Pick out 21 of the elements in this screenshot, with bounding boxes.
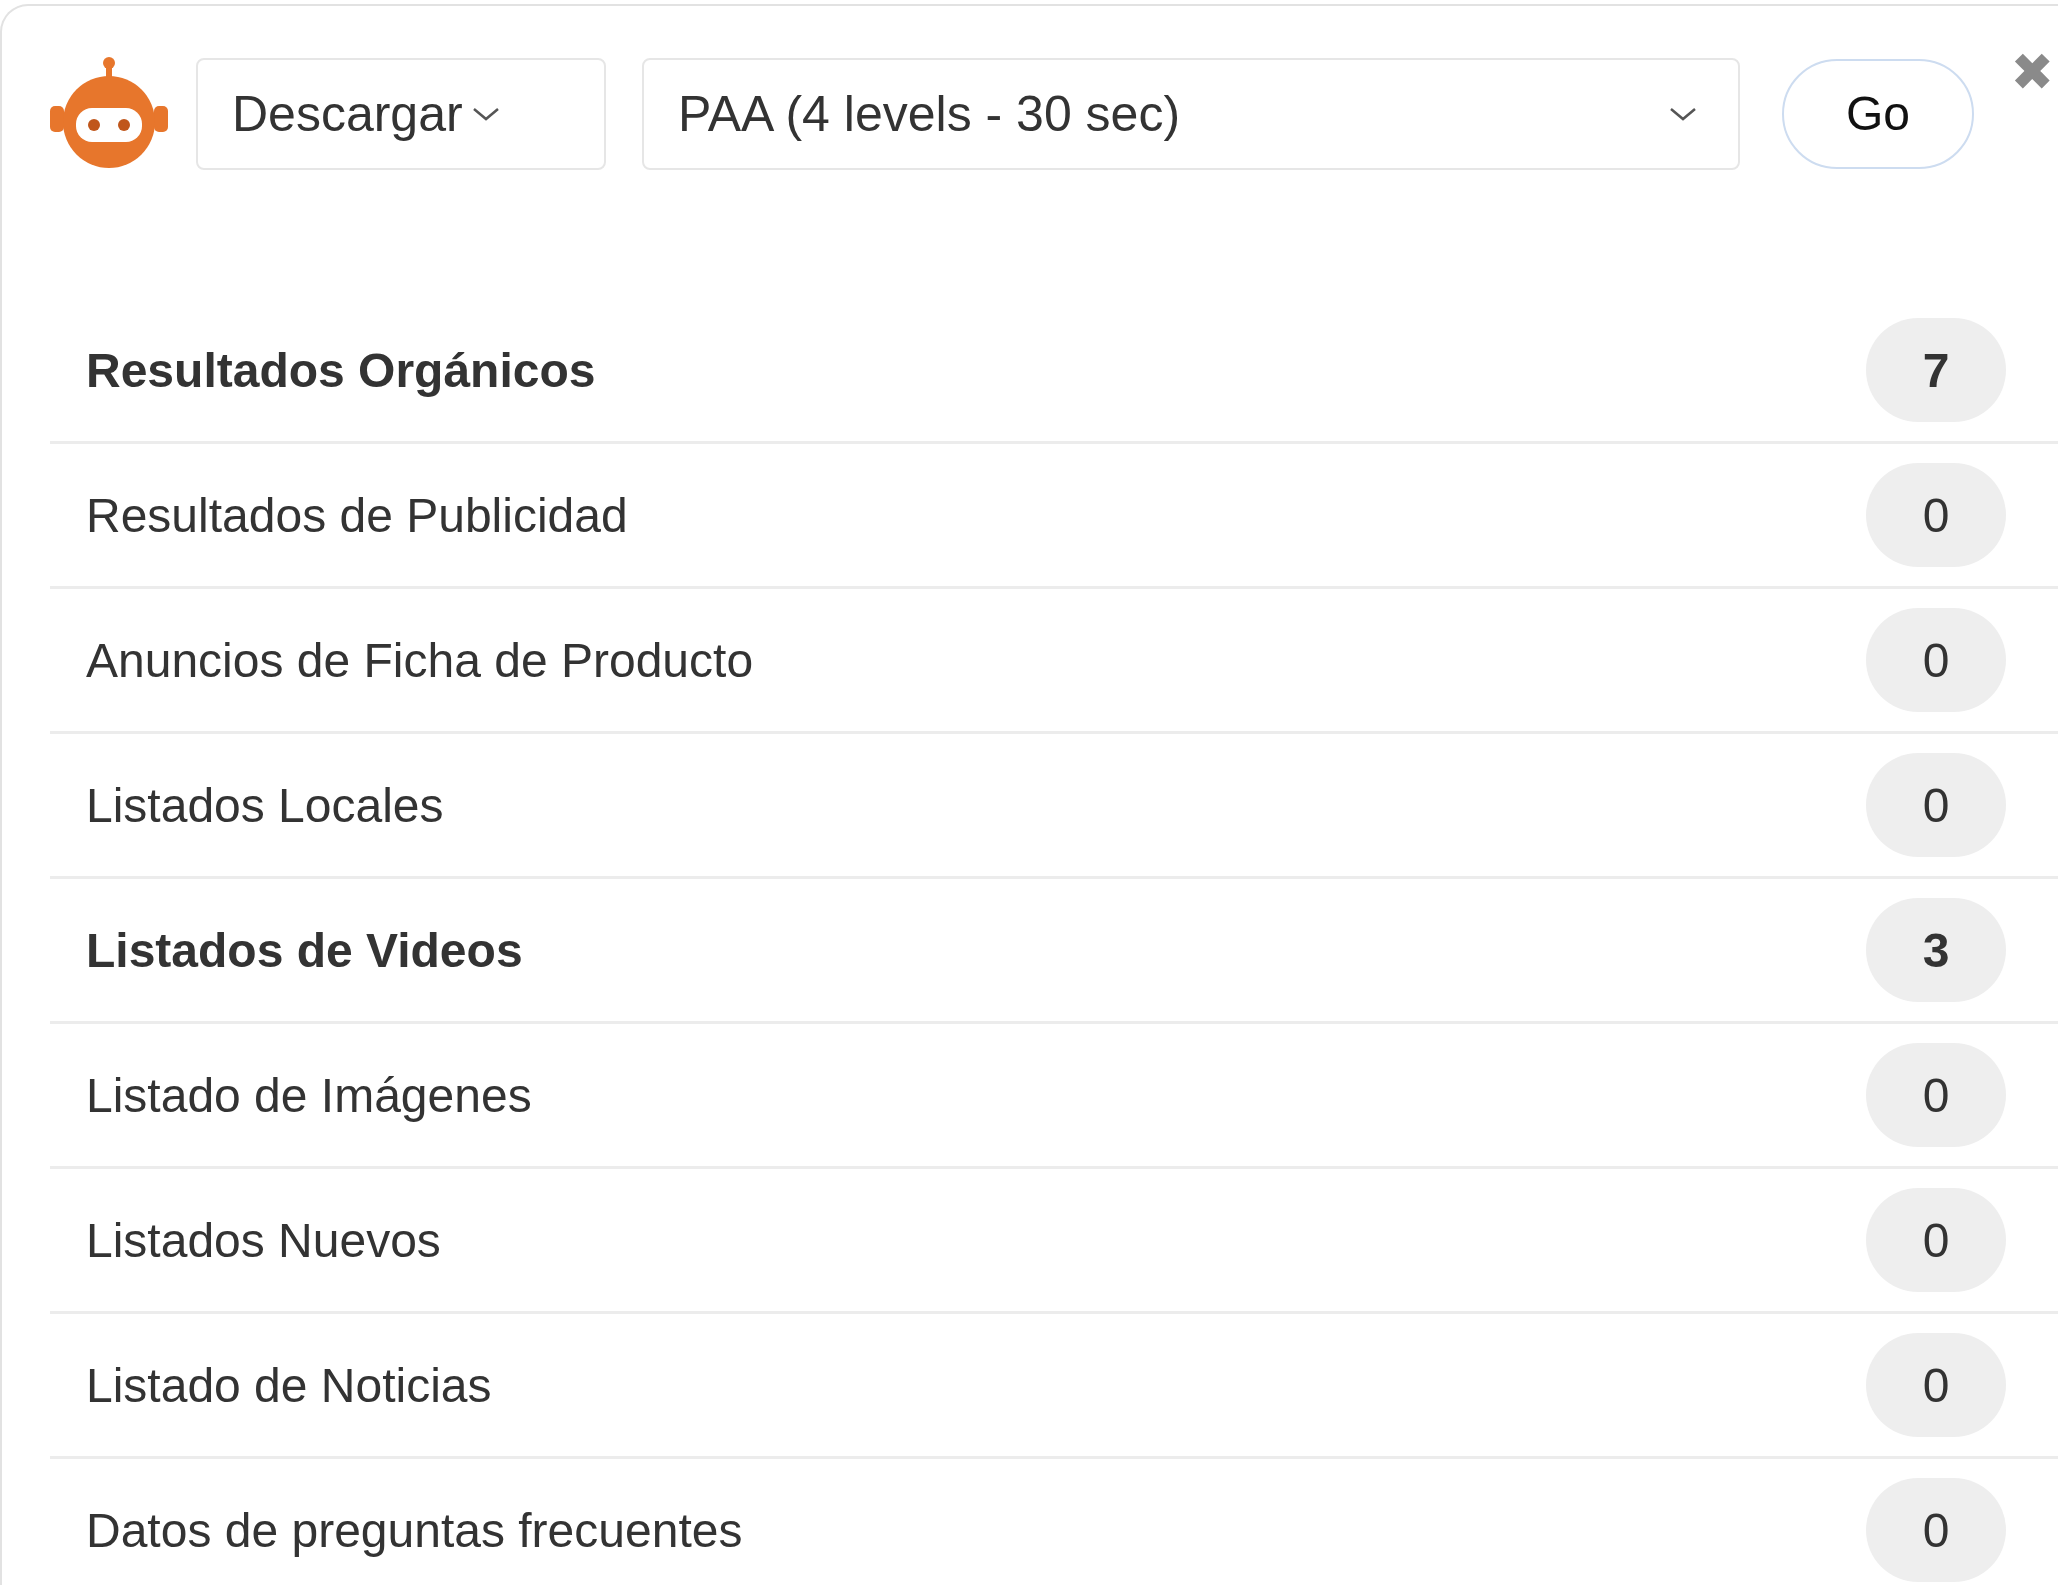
count-badge: 0 xyxy=(1866,1478,2006,1582)
mode-select[interactable]: PAA (4 levels - 30 sec) xyxy=(642,57,1740,170)
result-label: Listados de Videos xyxy=(86,922,523,978)
count-badge: 3 xyxy=(1866,898,2006,1002)
result-label: Listado de Noticias xyxy=(86,1357,492,1413)
go-button[interactable]: Go xyxy=(1782,58,1974,169)
result-label: Listado de Imágenes xyxy=(86,1067,532,1123)
result-label: Listados Locales xyxy=(86,777,444,833)
count-badge: 0 xyxy=(1866,1188,2006,1292)
result-label: Resultados de Publicidad xyxy=(86,487,628,543)
count-badge: 7 xyxy=(1866,318,2006,422)
count-badge: 0 xyxy=(1866,1333,2006,1437)
result-label: Listados Nuevos xyxy=(86,1212,441,1268)
result-label: Datos de preguntas frecuentes xyxy=(86,1502,743,1558)
count-badge: 0 xyxy=(1866,608,2006,712)
action-select[interactable]: Descargar xyxy=(196,57,606,170)
result-label: Anuncios de Ficha de Producto xyxy=(86,632,754,688)
count-badge: 0 xyxy=(1866,1043,2006,1147)
count-badge: 0 xyxy=(1866,753,2006,857)
result-label: Resultados Orgánicos xyxy=(86,342,596,398)
count-badge: 0 xyxy=(1866,463,2006,567)
